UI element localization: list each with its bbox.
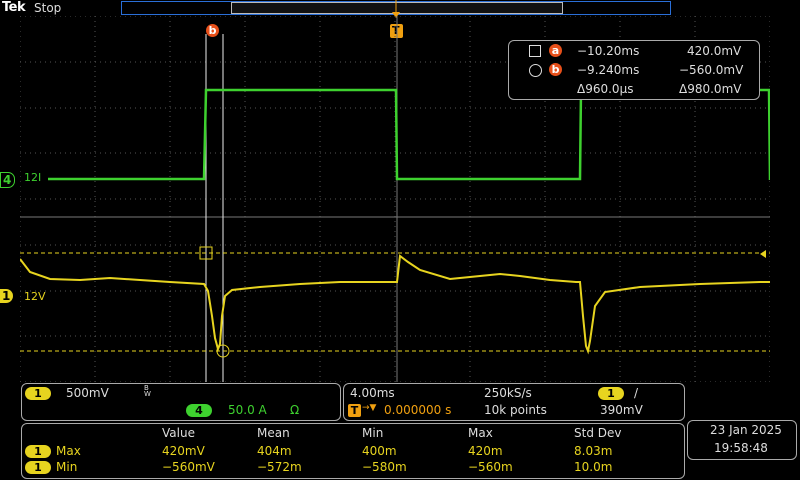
measurement-cell: 420mV <box>162 444 205 458</box>
cursor-b-value: −560.0mV <box>679 63 744 77</box>
measurement-row-ch-pill: 1 <box>25 445 51 458</box>
measurement-panel[interactable]: Value Mean Min Max Std Dev 1 Max 420mV 4… <box>21 423 685 479</box>
trigger-position-icon: T <box>348 404 361 417</box>
cursor-delta-time: Δ960.0µs <box>577 82 634 96</box>
cursor-a-time: −10.20ms <box>577 44 640 58</box>
channel-settings-panel[interactable]: 1 500mV B W 4 50.0 A Ω <box>21 383 341 421</box>
time: 19:58:48 <box>714 441 768 455</box>
trigger-level[interactable]: 390mV <box>600 403 643 417</box>
cursor-b-time: −9.240ms <box>577 63 640 77</box>
measurement-cell: 10.0m <box>574 460 613 474</box>
cursor-readout[interactable]: a −10.20ms 420.0mV b −9.240ms −560.0mV Δ… <box>508 40 760 100</box>
ch4-label: 12I <box>24 171 42 184</box>
measurement-row-ch-pill: 1 <box>25 461 51 474</box>
measurement-row-name[interactable]: Max <box>56 444 81 458</box>
ch4-marker[interactable]: 4 <box>0 172 16 188</box>
record-length: 10k points <box>484 403 547 417</box>
ch1-label: 12V <box>24 290 46 303</box>
sample-rate: 250kS/s <box>484 386 532 400</box>
date: 23 Jan 2025 <box>710 423 782 437</box>
tek-logo: Tek <box>2 0 26 15</box>
cursor-a-badge: a <box>549 44 562 57</box>
measurement-cell: 404m <box>257 444 292 458</box>
ch4-waveform <box>48 88 770 181</box>
horizontal-scale[interactable]: 4.00ms <box>350 386 395 400</box>
ch1-scale[interactable]: 500mV <box>66 386 109 400</box>
ch4-scale[interactable]: 50.0 A <box>228 403 267 417</box>
ch1-pill[interactable]: 1 <box>25 387 51 400</box>
measurement-header: Max <box>468 426 493 440</box>
circle-cursor-icon <box>529 64 542 77</box>
measurement-cell: −560mV <box>162 460 215 474</box>
square-cursor-icon <box>529 45 541 57</box>
measurement-header: Mean <box>257 426 290 440</box>
measurement-header: Min <box>362 426 384 440</box>
measurement-header: Std Dev <box>574 426 622 440</box>
trigger-slope-icon: / <box>634 386 639 400</box>
trigger-position[interactable]: 0.000000 s <box>384 403 451 417</box>
measurement-cell: −572m <box>257 460 302 474</box>
ohm-icon: Ω <box>290 403 300 417</box>
ch4-pill[interactable]: 4 <box>186 404 212 417</box>
cursor-b-badge: b <box>549 63 562 76</box>
timebase-panel[interactable]: 4.00ms 250kS/s 1 / T →▼ 0.000000 s 10k p… <box>343 383 685 421</box>
measurement-header: Value <box>162 426 195 440</box>
measurement-cell: −560m <box>468 460 513 474</box>
measurement-row-name[interactable]: Min <box>56 460 77 474</box>
cursor-a-value: 420.0mV <box>687 44 742 58</box>
ch1-marker[interactable]: 1 <box>0 289 14 303</box>
measurement-cell: 8.03m <box>574 444 613 458</box>
trigger-arrow-icon: →▼ <box>362 403 377 413</box>
measurement-cell: 420m <box>468 444 503 458</box>
trigger-source-pill[interactable]: 1 <box>598 387 624 400</box>
bandwidth-limit-icon: B W <box>144 384 151 398</box>
datetime-panel: 23 Jan 2025 19:58:48 <box>687 420 797 460</box>
run-state[interactable]: Stop <box>34 1 61 15</box>
cursor-delta-value: Δ980.0mV <box>679 82 742 96</box>
measurement-cell: −580m <box>362 460 407 474</box>
measurement-cell: 400m <box>362 444 397 458</box>
